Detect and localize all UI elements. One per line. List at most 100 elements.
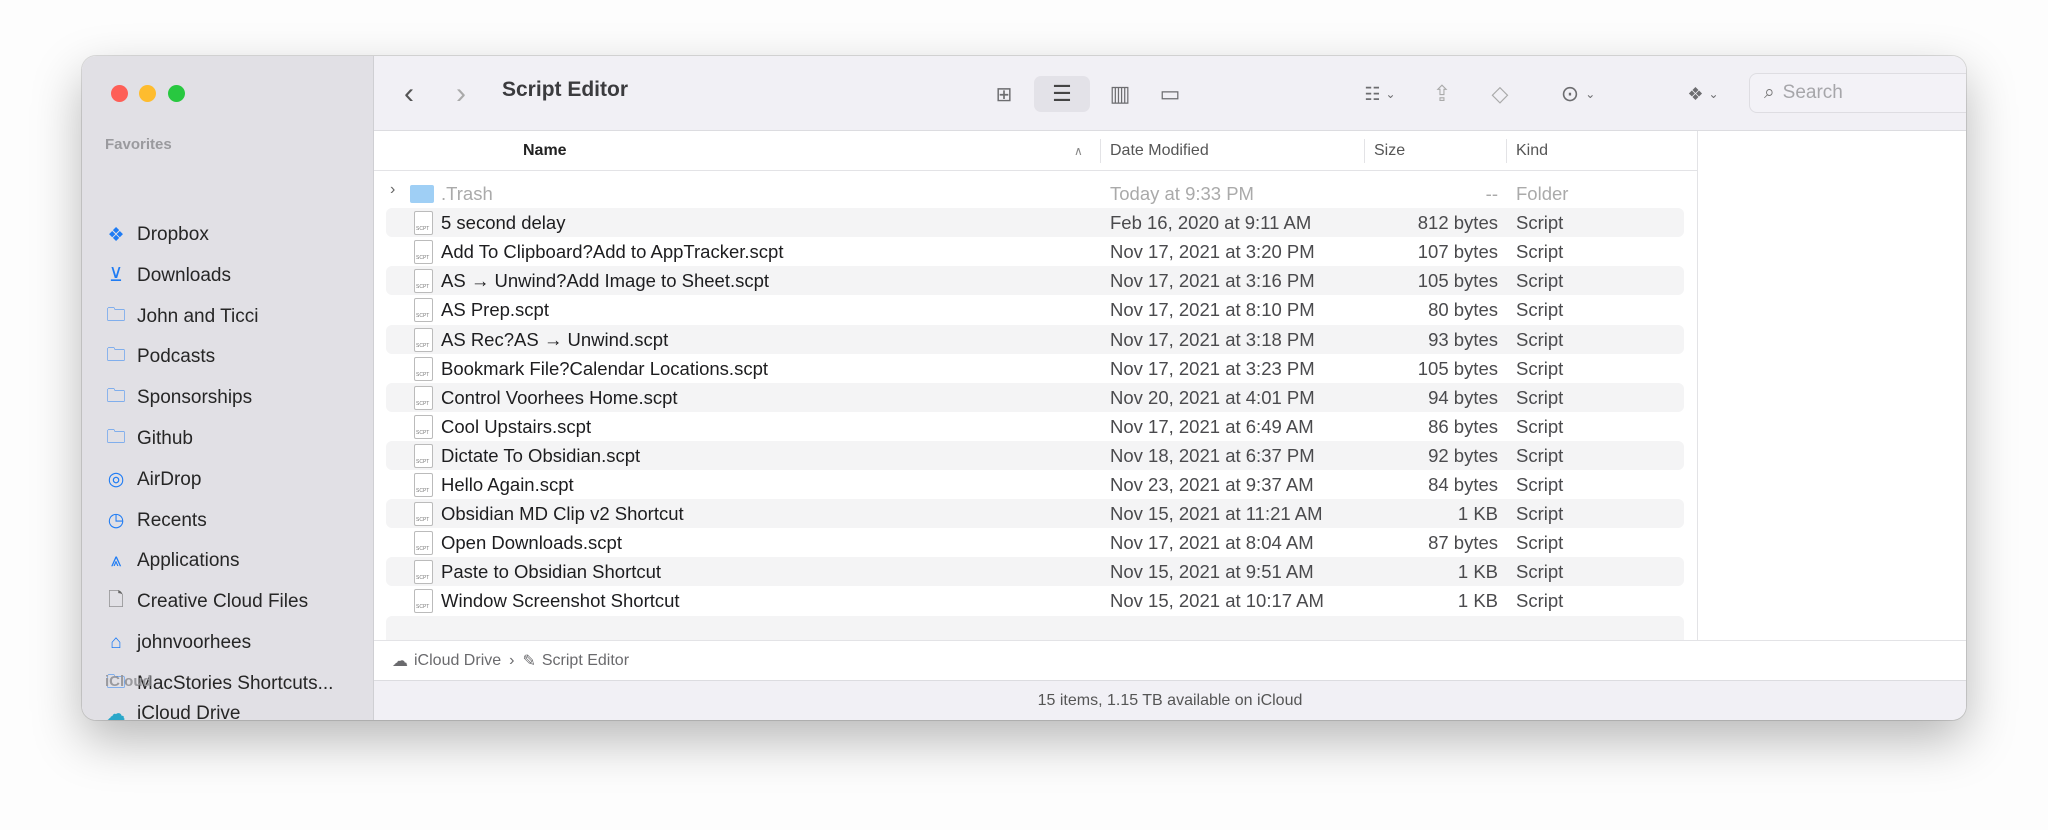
file-row[interactable]: AS Rec?AS → Unwind.scpt Nov 17, 2021 at 3… — [386, 324, 1684, 354]
file-row[interactable]: AS Prep.scpt Nov 17, 2021 at 8:10 PM 80 by… — [386, 295, 1684, 324]
file-row[interactable]: Bookmark File?Calendar Locations.scpt Nov… — [386, 354, 1684, 383]
file-kind: Script — [1516, 474, 1564, 495]
sidebar-item-podcasts[interactable]: 🗀 Podcasts — [104, 340, 215, 374]
script-file-icon — [414, 531, 433, 556]
script-file-icon — [414, 560, 433, 585]
script-file-icon — [414, 473, 433, 497]
chevron-right-icon: › — [509, 651, 515, 669]
file-row[interactable]: Open Downloads.scpt Nov 17, 2021 at 8:04 … — [386, 528, 1684, 557]
sidebar-item-john-and-ticci[interactable]: 🗀 John and Ticci — [104, 300, 258, 334]
file-date: Nov 18, 2021 at 6:37 PM — [1110, 444, 1315, 466]
search-field[interactable]: ⌕ — [1749, 73, 1966, 113]
script-editor-icon: ✎ — [522, 652, 536, 670]
favorites-header: Favorites — [105, 136, 172, 153]
file-row[interactable]: Control Voorhees Home.scpt Nov 20, 2021 a… — [386, 382, 1684, 412]
column-size[interactable]: Size — [1374, 131, 1405, 171]
file-row[interactable]: Cool Upstairs.scpt Nov 17, 2021 at 6:49 A… — [386, 412, 1684, 441]
file-kind: Script — [1516, 532, 1564, 554]
tag-button[interactable]: ◇ — [1484, 76, 1516, 112]
action-button[interactable]: ⊙ ⌄ — [1550, 76, 1606, 112]
file-row[interactable]: › .Trash Today at 9:33 PM -- Folder — [386, 179, 1684, 208]
file-date: Nov 23, 2021 at 9:37 AM — [1110, 474, 1314, 495]
file-kind: Script — [1516, 357, 1564, 379]
column-name[interactable]: Name — [523, 131, 567, 171]
file-name: Bookmark File?Calendar Locations.scpt — [441, 357, 768, 379]
chevron-down-icon: ⌄ — [1385, 87, 1396, 101]
path-item-script-editor[interactable]: Script Editor — [542, 652, 629, 670]
zoom-button[interactable] — [168, 85, 185, 102]
applications-icon: ⩓ — [110, 550, 122, 572]
column-date-modified[interactable]: Date Modified — [1110, 131, 1209, 171]
sidebar-item-sponsorships[interactable]: 🗀 Sponsorships — [104, 381, 252, 415]
file-name: AS Rec?AS → Unwind.scpt — [441, 328, 669, 350]
file-name: Paste to Obsidian Shortcut — [441, 561, 662, 583]
file-row[interactable]: Dictate To Obsidian.scpt Nov 18, 2021 at … — [386, 440, 1684, 470]
share-icon: ⇪ — [1432, 81, 1452, 106]
home-icon: ⌂ — [110, 632, 122, 653]
sidebar-item-creative-cloud-files[interactable]: 🗋 Creative Cloud Files — [104, 585, 308, 619]
file-row[interactable]: Window Screenshot Shortcut Nov 15, 2021 a… — [386, 586, 1684, 615]
back-button[interactable]: ‹ — [394, 76, 424, 112]
file-name: Hello Again.scpt — [441, 474, 574, 495]
file-name: 5 second delay — [441, 212, 566, 234]
file-size: 1 KB — [1457, 561, 1498, 583]
gallery-view-button[interactable]: ▭ — [1152, 76, 1188, 112]
close-button[interactable] — [111, 85, 128, 102]
file-row[interactable]: Add To Clipboard?Add to AppTracker.scpt N… — [386, 237, 1684, 266]
icon-view-button[interactable]: ⊞ — [986, 76, 1022, 112]
file-kind: Script — [1516, 386, 1564, 408]
script-file-icon — [414, 240, 433, 265]
file-name: Obsidian MD Clip v2 Shortcut — [441, 503, 684, 525]
sidebar-item-johnvoorhees[interactable]: ⌂ johnvoorhees — [104, 626, 251, 660]
path-item-icloud-drive[interactable]: iCloud Drive — [414, 652, 501, 670]
file-name: Window Screenshot Shortcut — [441, 590, 680, 612]
file-kind: Script — [1516, 561, 1564, 583]
sidebar-item-applications[interactable]: ⩓ Applications — [104, 544, 240, 578]
search-input[interactable] — [1782, 82, 1966, 104]
disclosure-triangle-icon[interactable]: › — [390, 181, 395, 199]
cloud-icon: ☁ — [392, 652, 408, 670]
file-row[interactable]: Hello Again.scpt Nov 23, 2021 at 9:37 AM 8… — [386, 470, 1684, 499]
sidebar-item-github[interactable]: 🗀 Github — [104, 422, 193, 456]
sidebar-item-label: Sponsorships — [137, 387, 253, 409]
sidebar-item-label: johnvoorhees — [137, 632, 252, 653]
file-row[interactable]: Paste to Obsidian Shortcut Nov 15, 2021 a… — [386, 557, 1684, 587]
file-row[interactable]: 5 second delay Feb 16, 2020 at 9:11 AM 812… — [386, 208, 1684, 238]
list-icon: ☰ — [1052, 81, 1072, 106]
sidebar-item-recents[interactable]: ◷ Recents — [104, 504, 207, 538]
folder-icon — [410, 185, 434, 203]
clock-icon: ◷ — [107, 510, 125, 532]
file-row[interactable]: Obsidian MD Clip v2 Shortcut Nov 15, 2021… — [386, 499, 1684, 529]
share-button[interactable]: ⇪ — [1426, 76, 1458, 112]
file-kind: Script — [1516, 299, 1564, 321]
group-icon: ☷ — [1364, 83, 1381, 104]
group-button[interactable]: ☷ ⌄ — [1350, 76, 1410, 112]
script-file-icon — [414, 385, 433, 410]
file-size: 105 bytes — [1417, 270, 1498, 292]
sidebar-item-dropbox[interactable]: ❖ Dropbox — [104, 218, 208, 252]
file-date: Nov 17, 2021 at 3:16 PM — [1110, 270, 1315, 292]
folder-icon: 🗀 — [106, 345, 126, 367]
window-title: Script Editor — [502, 78, 629, 101]
sidebar-item-downloads[interactable]: ⊻ Downloads — [104, 259, 231, 293]
file-name: AS → Unwind?Add Image to Sheet.scpt — [441, 270, 770, 292]
status-bar: 15 items, 1.15 TB available on iCloud — [374, 680, 1966, 720]
column-kind[interactable]: Kind — [1516, 131, 1548, 171]
file-size: 1 KB — [1457, 503, 1498, 525]
dropbox-icon: ❖ — [107, 224, 125, 246]
file-name: Open Downloads.scpt — [441, 532, 622, 554]
column-view-button[interactable]: ▥ — [1102, 76, 1138, 112]
file-size: 92 bytes — [1428, 444, 1498, 466]
list-view-button[interactable]: ☰ — [1034, 76, 1090, 112]
file-size: 86 bytes — [1428, 415, 1498, 437]
file-row[interactable]: AS → Unwind?Add Image to Sheet.scpt Nov 1… — [386, 266, 1684, 296]
forward-button[interactable]: › — [446, 76, 476, 112]
minimize-button[interactable] — [139, 85, 156, 102]
sidebar-item-icloud-drive[interactable]: ☁ iCloud Drive — [104, 697, 241, 720]
icloud-header: iCloud — [105, 673, 152, 690]
document-icon: 🗋 — [108, 590, 124, 612]
dropbox-button[interactable]: ❖ ⌄ — [1678, 76, 1728, 112]
file-date: Nov 15, 2021 at 9:51 AM — [1110, 561, 1314, 583]
preview-divider — [1697, 131, 1698, 640]
sidebar-item-airdrop[interactable]: ◎ AirDrop — [104, 463, 202, 497]
